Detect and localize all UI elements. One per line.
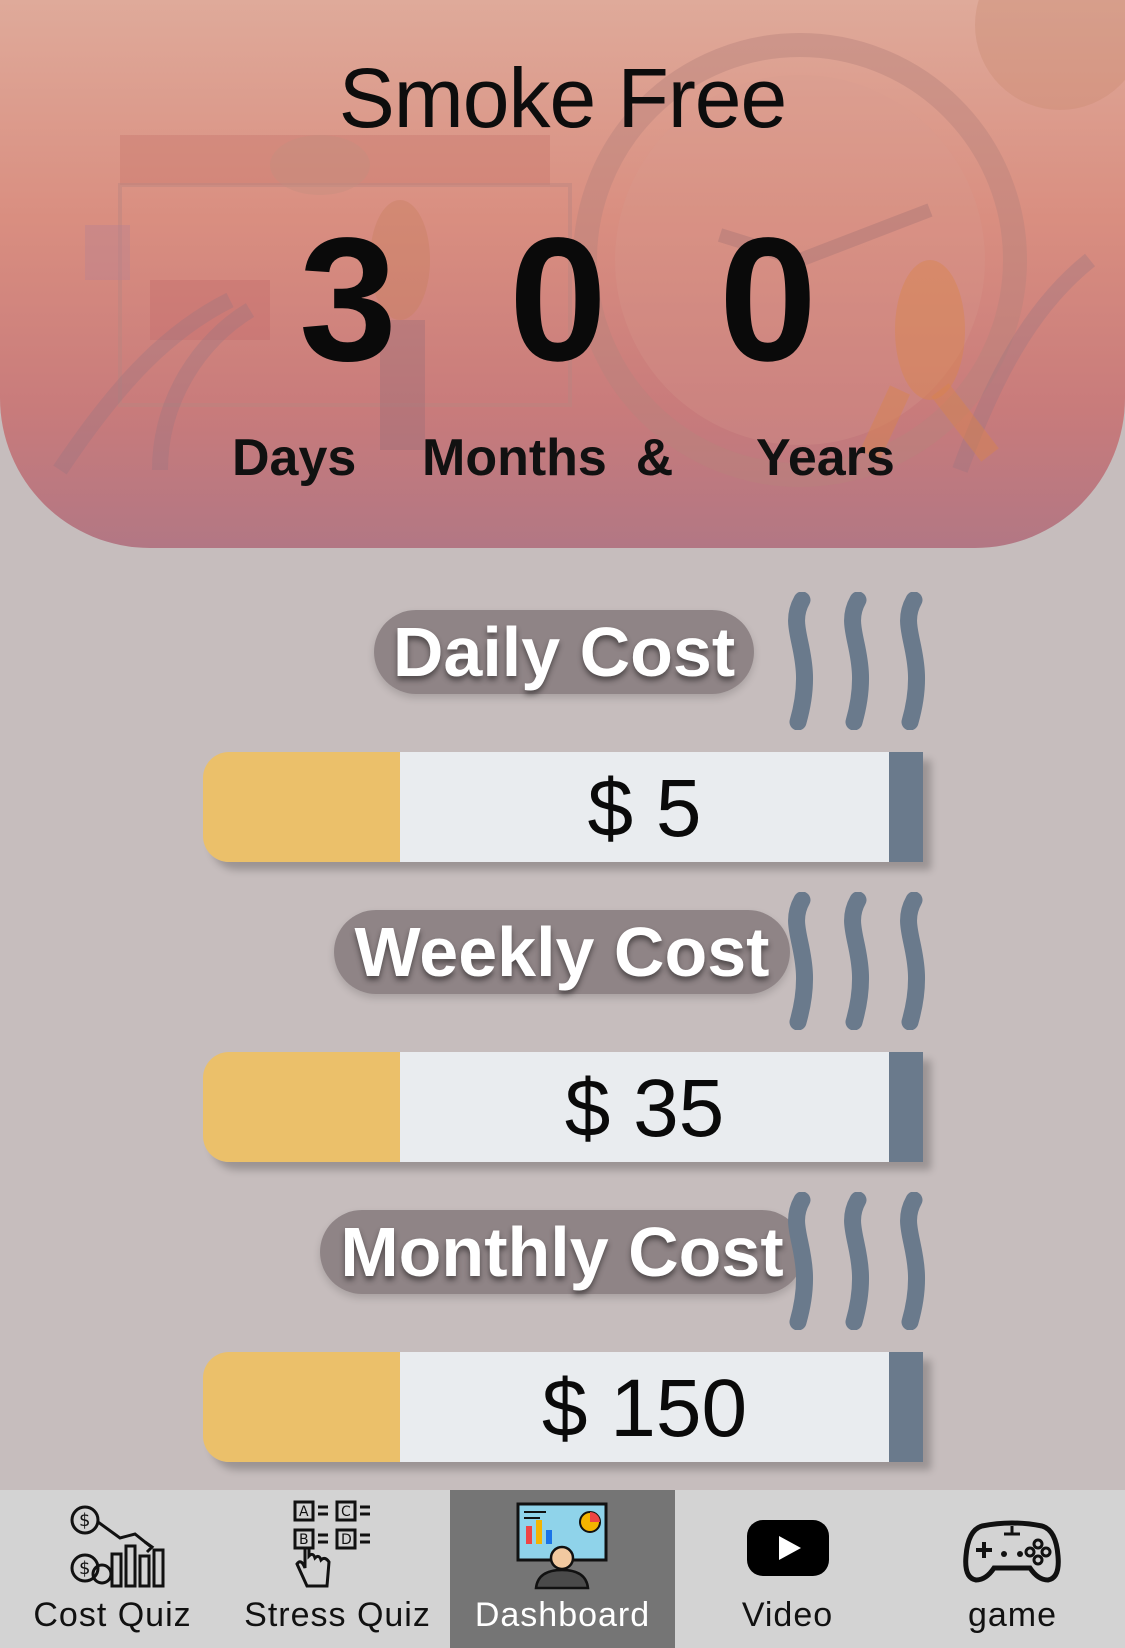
daily-cost-label: Daily Cost [374, 610, 754, 694]
tab-video[interactable]: Video [675, 1490, 900, 1648]
svg-text:$: $ [79, 1558, 90, 1579]
cigarette-ash [889, 1052, 923, 1162]
cigarette-ash [889, 1352, 923, 1462]
tab-dashboard-label: Dashboard [474, 1596, 651, 1634]
gamepad-icon [963, 1520, 1061, 1583]
years-label: Years [756, 429, 895, 487]
svg-text:A: A [299, 1504, 309, 1520]
months-count: 0 [509, 202, 607, 398]
page-title: Smoke Free [338, 51, 788, 145]
youtube-play-icon [747, 1520, 829, 1576]
tab-stress-quiz[interactable]: A C B D Stress Quiz [225, 1490, 450, 1648]
tab-video-label: Video [741, 1596, 834, 1634]
money-chart-icon: $ $ [70, 1505, 165, 1588]
weekly-cost-label: Weekly Cost [334, 910, 790, 994]
svg-text:D: D [341, 1532, 352, 1548]
cigarette-filter [203, 1352, 400, 1462]
tab-game[interactable]: game [900, 1490, 1125, 1648]
tab-cost-quiz-label: Cost Quiz [33, 1596, 192, 1634]
tab-stress-quiz-label: Stress Quiz [244, 1596, 431, 1634]
monthly-cost-cigarette: $ 150 [203, 1352, 923, 1462]
quiz-options-icon: A C B D [293, 1500, 370, 1588]
tab-dashboard[interactable]: Dashboard [450, 1490, 675, 1648]
days-count: 3 [299, 202, 397, 398]
tab-cost-quiz[interactable]: $ $ Cost Quiz [0, 1490, 225, 1648]
tab-game-label: game [967, 1596, 1058, 1634]
weekly-cost-value: $ 35 [564, 1063, 725, 1154]
cigarette-filter [203, 752, 400, 862]
bottom-tab-bar: $ $ Cost Quiz A C B D Stress Quiz Dashboar… [0, 1490, 1125, 1648]
smoke-icon [788, 892, 926, 1030]
daily-cost-cigarette: $ 5 [203, 752, 923, 862]
svg-text:C: C [341, 1504, 351, 1520]
months-label: Months & [422, 429, 674, 487]
smoke-icon [788, 592, 926, 730]
days-label: Days [232, 429, 357, 487]
monthly-cost-value: $ 150 [541, 1363, 748, 1454]
cigarette-filter [203, 1052, 400, 1162]
svg-text:$: $ [79, 1510, 90, 1531]
hero-header: Smoke Free 3 0 0 Days Months & Years [0, 0, 1125, 548]
smoke-icon [788, 1192, 926, 1330]
monthly-cost-label: Monthly Cost [320, 1210, 804, 1294]
daily-cost-value: $ 5 [587, 763, 702, 854]
cigarette-ash [889, 752, 923, 862]
dashboard-presenter-icon [516, 1502, 608, 1590]
weekly-cost-cigarette: $ 35 [203, 1052, 923, 1162]
years-count: 0 [719, 202, 817, 398]
svg-text:B: B [299, 1532, 309, 1548]
